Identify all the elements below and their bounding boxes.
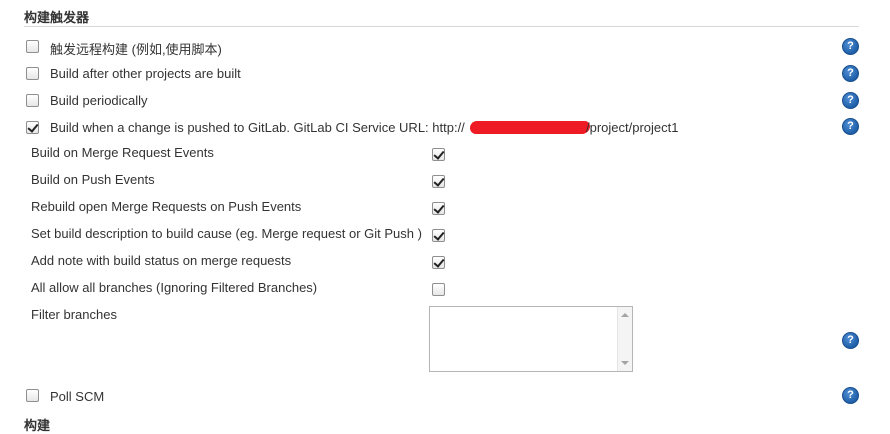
trigger-periodically-checkbox[interactable] — [26, 94, 39, 107]
trigger-poll-scm-label: Poll SCM — [50, 389, 105, 404]
trigger-poll-scm-checkbox[interactable] — [26, 389, 39, 402]
section-divider — [24, 26, 859, 27]
filter-branches-textarea[interactable] — [429, 306, 633, 372]
help-icon[interactable]: ? — [842, 118, 859, 135]
trigger-after-other-label: Build after other projects are built — [50, 66, 241, 81]
section-title: 构建触发器 — [24, 10, 90, 25]
option-push-events-checkbox[interactable] — [432, 175, 445, 188]
trigger-gitlab-url-suffix: /project/project1 — [586, 120, 679, 135]
option-merge-request-checkbox[interactable] — [432, 148, 445, 161]
trigger-gitlab-label: Build when a change is pushed to GitLab.… — [50, 120, 465, 135]
option-build-description-checkbox[interactable] — [432, 229, 445, 242]
option-build-description-label: Set build description to build cause (eg… — [31, 226, 422, 241]
option-allow-all-branches-label: All allow all branches (Ignoring Filtere… — [31, 280, 318, 295]
next-section-title: 构建 — [24, 418, 51, 433]
trigger-remote-label: 触发远程构建 (例如,使用脚本) — [50, 42, 222, 57]
option-add-note-label: Add note with build status on merge requ… — [31, 253, 292, 268]
trigger-after-other-checkbox[interactable] — [26, 67, 39, 80]
help-icon[interactable]: ? — [842, 38, 859, 55]
option-add-note-checkbox[interactable] — [432, 256, 445, 269]
trigger-periodically-label: Build periodically — [50, 93, 148, 108]
textarea-scrollbar[interactable] — [617, 307, 632, 371]
trigger-gitlab-checkbox[interactable] — [26, 121, 39, 134]
trigger-remote-checkbox[interactable] — [26, 40, 39, 53]
help-icon[interactable]: ? — [842, 92, 859, 109]
scroll-up-arrow-icon[interactable] — [621, 313, 629, 317]
help-icon[interactable]: ? — [842, 332, 859, 349]
filter-branches-label: Filter branches — [31, 307, 117, 322]
option-rebuild-open-mr-label: Rebuild open Merge Requests on Push Even… — [31, 199, 302, 214]
option-merge-request-label: Build on Merge Request Events — [31, 145, 214, 160]
option-push-events-label: Build on Push Events — [31, 172, 155, 187]
option-allow-all-branches-checkbox[interactable] — [432, 283, 445, 296]
redacted-url-mark — [470, 121, 590, 134]
help-icon[interactable]: ? — [842, 387, 859, 404]
help-icon[interactable]: ? — [842, 65, 859, 82]
option-rebuild-open-mr-checkbox[interactable] — [432, 202, 445, 215]
scroll-down-arrow-icon[interactable] — [621, 361, 629, 365]
